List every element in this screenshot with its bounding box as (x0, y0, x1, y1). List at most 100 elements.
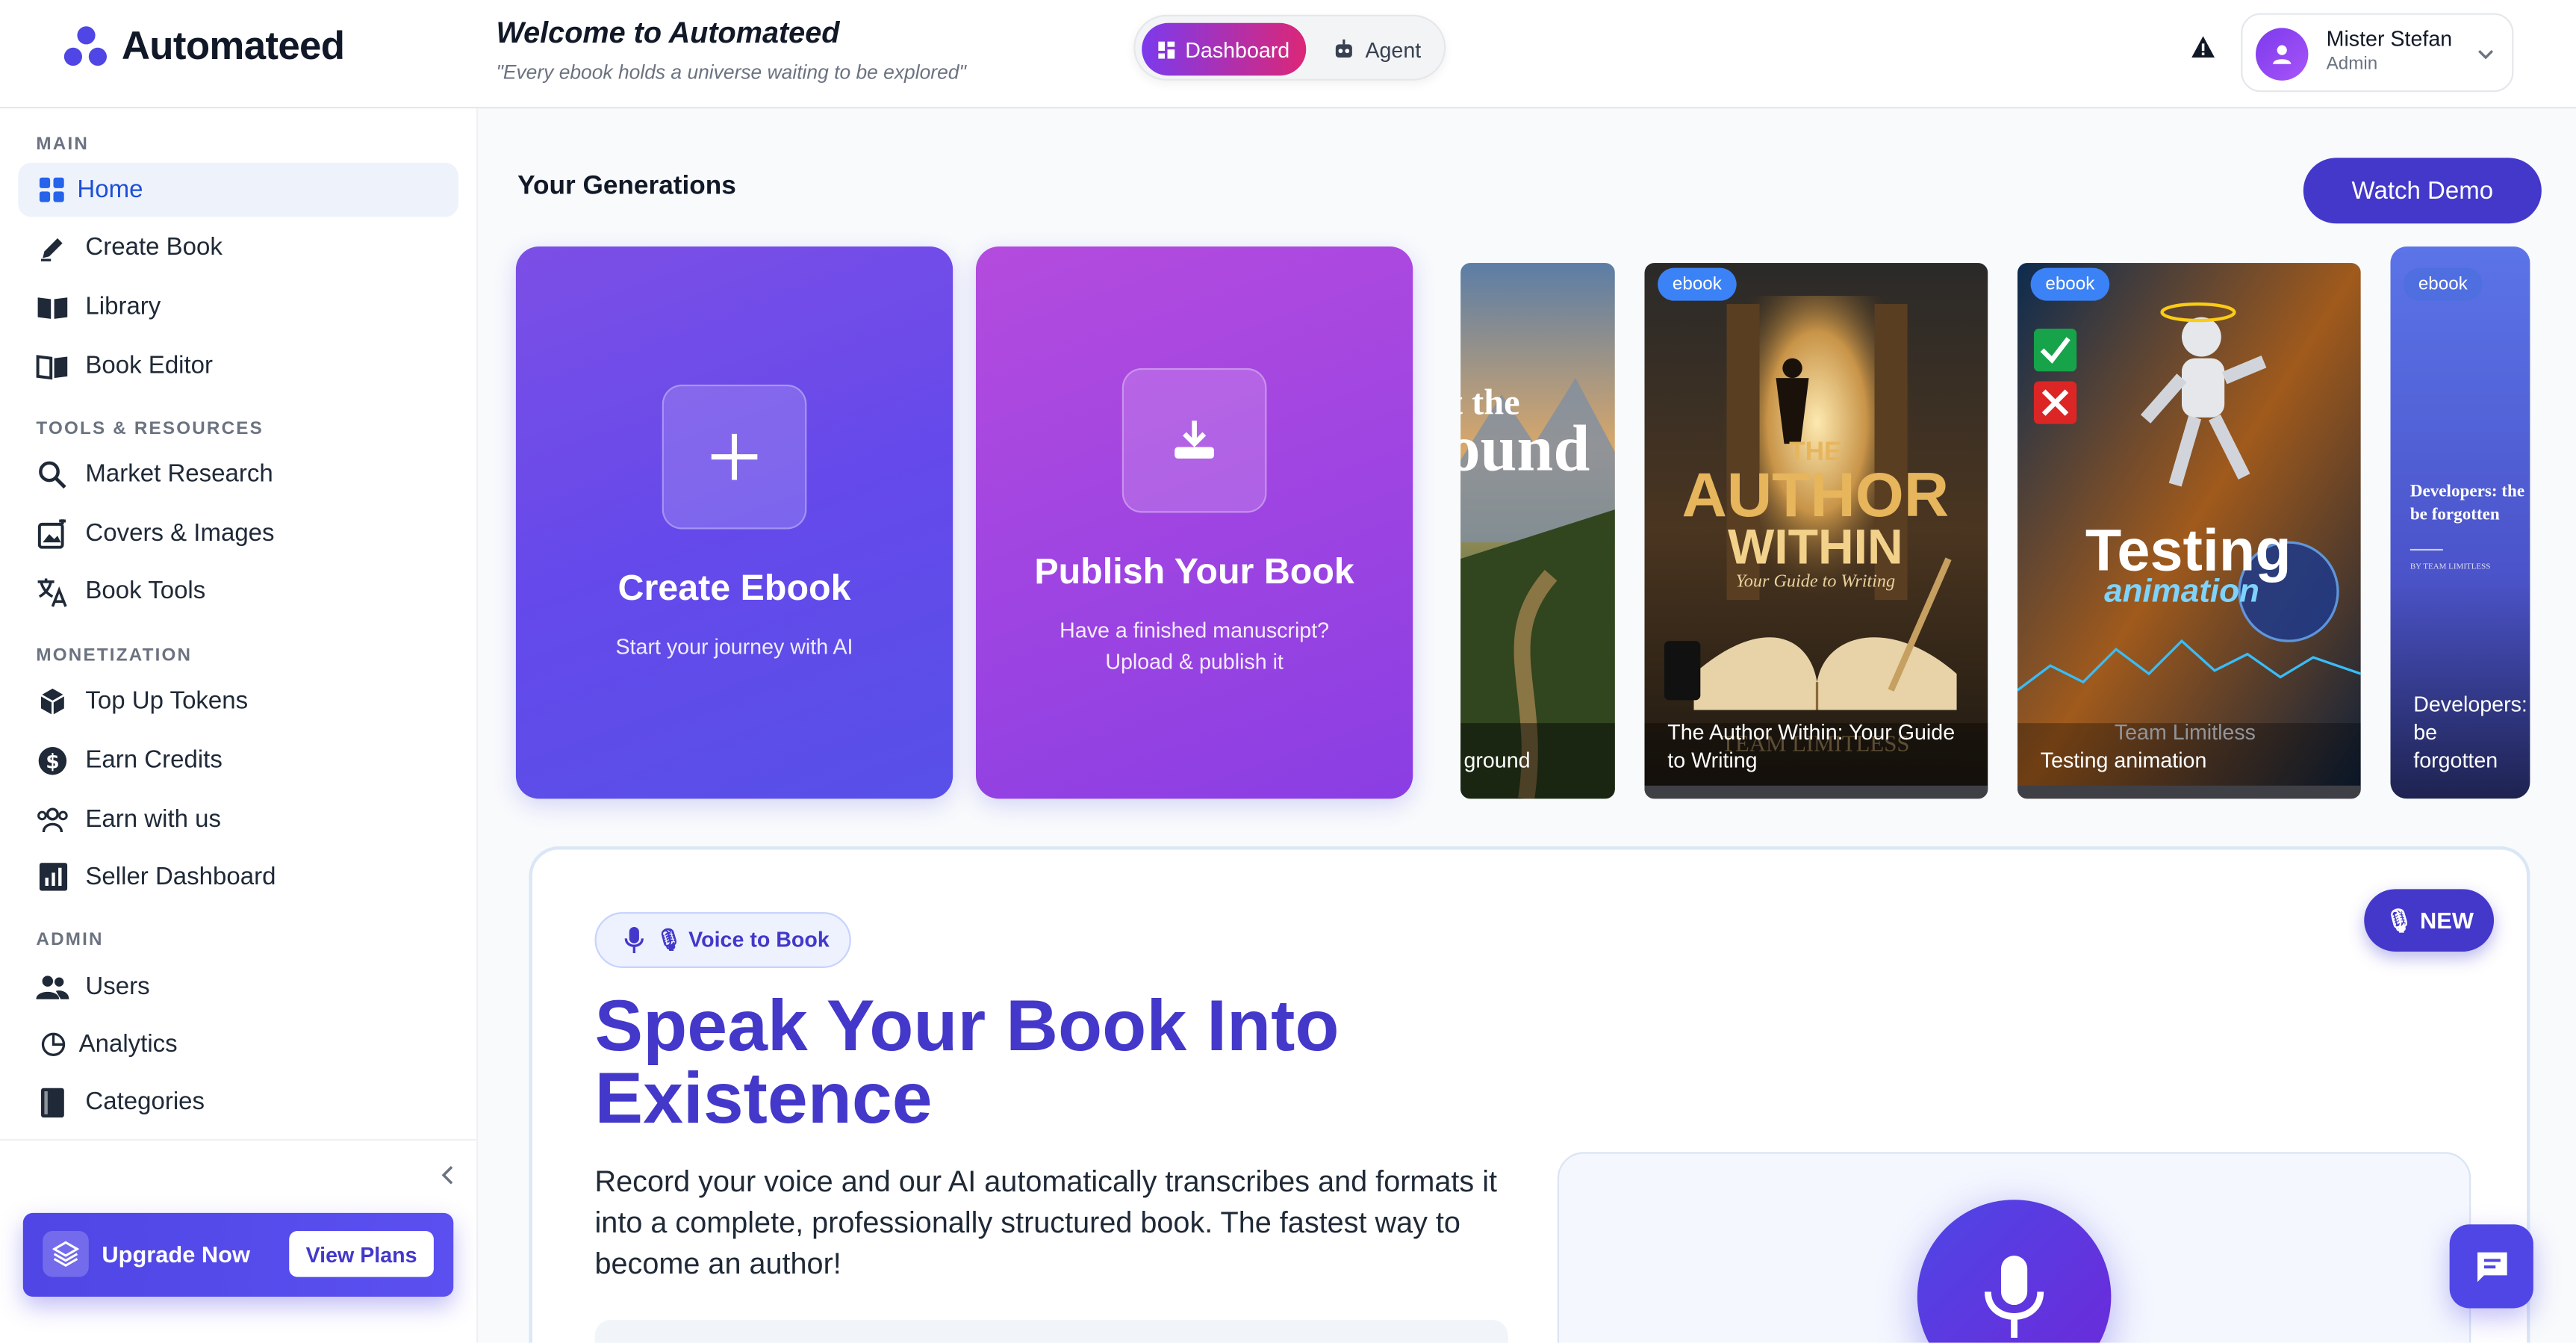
sidebar-item-label: Book Tools (85, 577, 206, 605)
microphone-icon (624, 926, 644, 954)
watch-demo-button[interactable]: Watch Demo (2303, 158, 2542, 224)
sidebar-item-label: Library (85, 292, 161, 321)
sidebar-item-library[interactable]: Library (18, 279, 458, 334)
sidebar-item-label: Earn with us (85, 805, 222, 834)
sidebar-item-book-tools[interactable]: Book Tools (18, 564, 458, 618)
sidebar-item-label: Categories (85, 1088, 205, 1117)
sidebar-item-label: Earn Credits (85, 745, 223, 775)
dollar-icon: $ (36, 744, 69, 777)
brand[interactable]: Automateed (63, 25, 345, 71)
dashboard-icon (1158, 40, 1176, 58)
pen-icon (36, 231, 69, 264)
svg-text:$: $ (46, 750, 59, 773)
grid-icon (34, 173, 67, 206)
brand-name: Automateed (121, 25, 345, 69)
pie-icon (36, 1028, 69, 1061)
upgrade-now-label: Upgrade Now (102, 1241, 250, 1268)
chat-button[interactable] (2449, 1224, 2533, 1309)
sidebar-item-label: Book Editor (85, 351, 214, 380)
user-role: Admin (2326, 54, 2378, 75)
microphone-icon (1984, 1256, 2044, 1339)
chevron-down-icon (2478, 50, 2494, 60)
generations-title: Your Generations (517, 173, 736, 201)
new-badge: 🎙 NEW (2364, 889, 2495, 952)
create-ebook-subtitle: Start your journey with AI (615, 634, 853, 660)
sidebar-item-covers-images[interactable]: Covers & Images (18, 506, 458, 561)
publish-book-subtitle-2: Upload & publish it (1105, 649, 1284, 674)
layers-icon (43, 1231, 89, 1277)
sidebar-item-categories[interactable]: Categories (18, 1075, 458, 1129)
sidebar-item-create-book[interactable]: Create Book (18, 220, 458, 275)
sidebar-item-label: Users (85, 973, 150, 1001)
book-card[interactable]: Developers: the be forgotten BY TEAM LIM… (2390, 246, 2530, 799)
book-card[interactable]: Testing animation Team Limitless ebook T… (2017, 263, 2361, 799)
sidebar-item-earn-credits[interactable]: $ Earn Credits (18, 733, 458, 787)
tab-agent-label: Agent (1365, 37, 1422, 62)
download-icon (1121, 367, 1267, 513)
chevron-left-icon[interactable] (434, 1160, 464, 1190)
ebook-badge: ebook (2030, 267, 2110, 301)
ebook-badge: ebook (1658, 267, 1737, 301)
book-caption: The Author Within: Your Guide to Writing (1667, 719, 1956, 773)
create-ebook-card[interactable]: Create Ebook Start your journey with AI (515, 246, 953, 799)
book-caption: ground (1463, 748, 1531, 773)
sidebar-item-analytics[interactable]: Analytics (18, 1017, 458, 1072)
tab-dashboard[interactable]: Dashboard (1142, 22, 1307, 76)
book-card[interactable]: THE AUTHOR WITHIN Your Guide to Writing … (1644, 263, 1988, 799)
top-header: Automateed Welcome to Automateed "Every … (0, 0, 2576, 109)
user-menu[interactable]: Mister Stefan Admin (2241, 13, 2514, 93)
user-name: Mister Stefan (2326, 26, 2453, 52)
robot-icon (1335, 39, 1352, 58)
welcome-quote: "Every ebook holds a universe waiting to… (496, 61, 966, 84)
publish-book-card[interactable]: Publish Your Book Have a finished manusc… (975, 246, 1413, 799)
sidebar-item-earn-with-us[interactable]: Earn with us (18, 793, 458, 847)
plus-icon (662, 384, 807, 530)
sidebar-item-seller-dashboard[interactable]: Seller Dashboard (18, 850, 458, 905)
sidebar: MAIN Home Create Book Library Book Edito… (0, 108, 479, 1343)
create-ebook-title: Create Ebook (617, 567, 851, 609)
bar-chart-icon (36, 860, 69, 893)
book-caption: Testing animation (2040, 748, 2207, 773)
warning-icon[interactable] (2190, 34, 2216, 61)
tab-agent[interactable]: Agent (1316, 23, 1440, 75)
chat-icon (2476, 1251, 2507, 1282)
sidebar-item-book-editor[interactable]: Book Editor (18, 338, 458, 393)
logo-icon (63, 25, 109, 71)
app-page: Automateed Welcome to Automateed "Every … (0, 0, 2576, 1343)
sidebar-item-users[interactable]: Users (18, 960, 458, 1014)
book-cover-image: t the ound (1460, 263, 1615, 799)
users-icon (36, 970, 69, 1003)
mode-switch: Dashboard Agent (1133, 14, 1446, 81)
book-card[interactable]: t the ound ground (1460, 263, 1615, 799)
sidebar-item-label: Market Research (85, 460, 273, 488)
cube-icon (36, 684, 69, 717)
user-icon (2273, 45, 2292, 64)
voice-to-book-chip: 🎙 Voice to Book (594, 912, 851, 968)
voice-heading: Speak Your Book Into Existence (594, 986, 1340, 1139)
book-edit-icon (36, 350, 69, 382)
upgrade-banner[interactable]: Upgrade Now View Plans (22, 1212, 454, 1297)
sidebar-item-home[interactable]: Home (18, 162, 458, 217)
section-title-main: MAIN (36, 134, 90, 155)
avatar (2256, 28, 2309, 81)
ebook-badge: ebook (2404, 267, 2483, 301)
cover-text: BY TEAM LIMITLESS (2410, 562, 2491, 571)
group-icon (36, 803, 69, 836)
sidebar-item-market-research[interactable]: Market Research (18, 447, 458, 501)
sidebar-item-top-up-tokens[interactable]: Top Up Tokens (18, 674, 458, 728)
cover-text: WITHIN (1728, 519, 1903, 574)
view-plans-button[interactable]: View Plans (289, 1231, 434, 1277)
sidebar-item-label: Covers & Images (85, 519, 275, 548)
sidebar-divider (0, 1138, 479, 1141)
cover-text: Developers: the (2410, 480, 2524, 500)
record-button[interactable] (1917, 1200, 2112, 1343)
voice-chip-label: 🎙 Voice to Book (655, 926, 830, 952)
recording-panel (1557, 1152, 2471, 1343)
sidebar-item-label: Top Up Tokens (85, 686, 249, 716)
welcome-title: Welcome to Automateed (496, 16, 840, 50)
sidebar-item-label: Seller Dashboard (85, 863, 276, 891)
tab-dashboard-label: Dashboard (1185, 37, 1290, 62)
welcome-block: Welcome to Automateed "Every ebook holds… (496, 16, 965, 84)
svg-text:ound: ound (1460, 412, 1590, 485)
publish-book-title: Publish Your Book (1034, 550, 1354, 592)
